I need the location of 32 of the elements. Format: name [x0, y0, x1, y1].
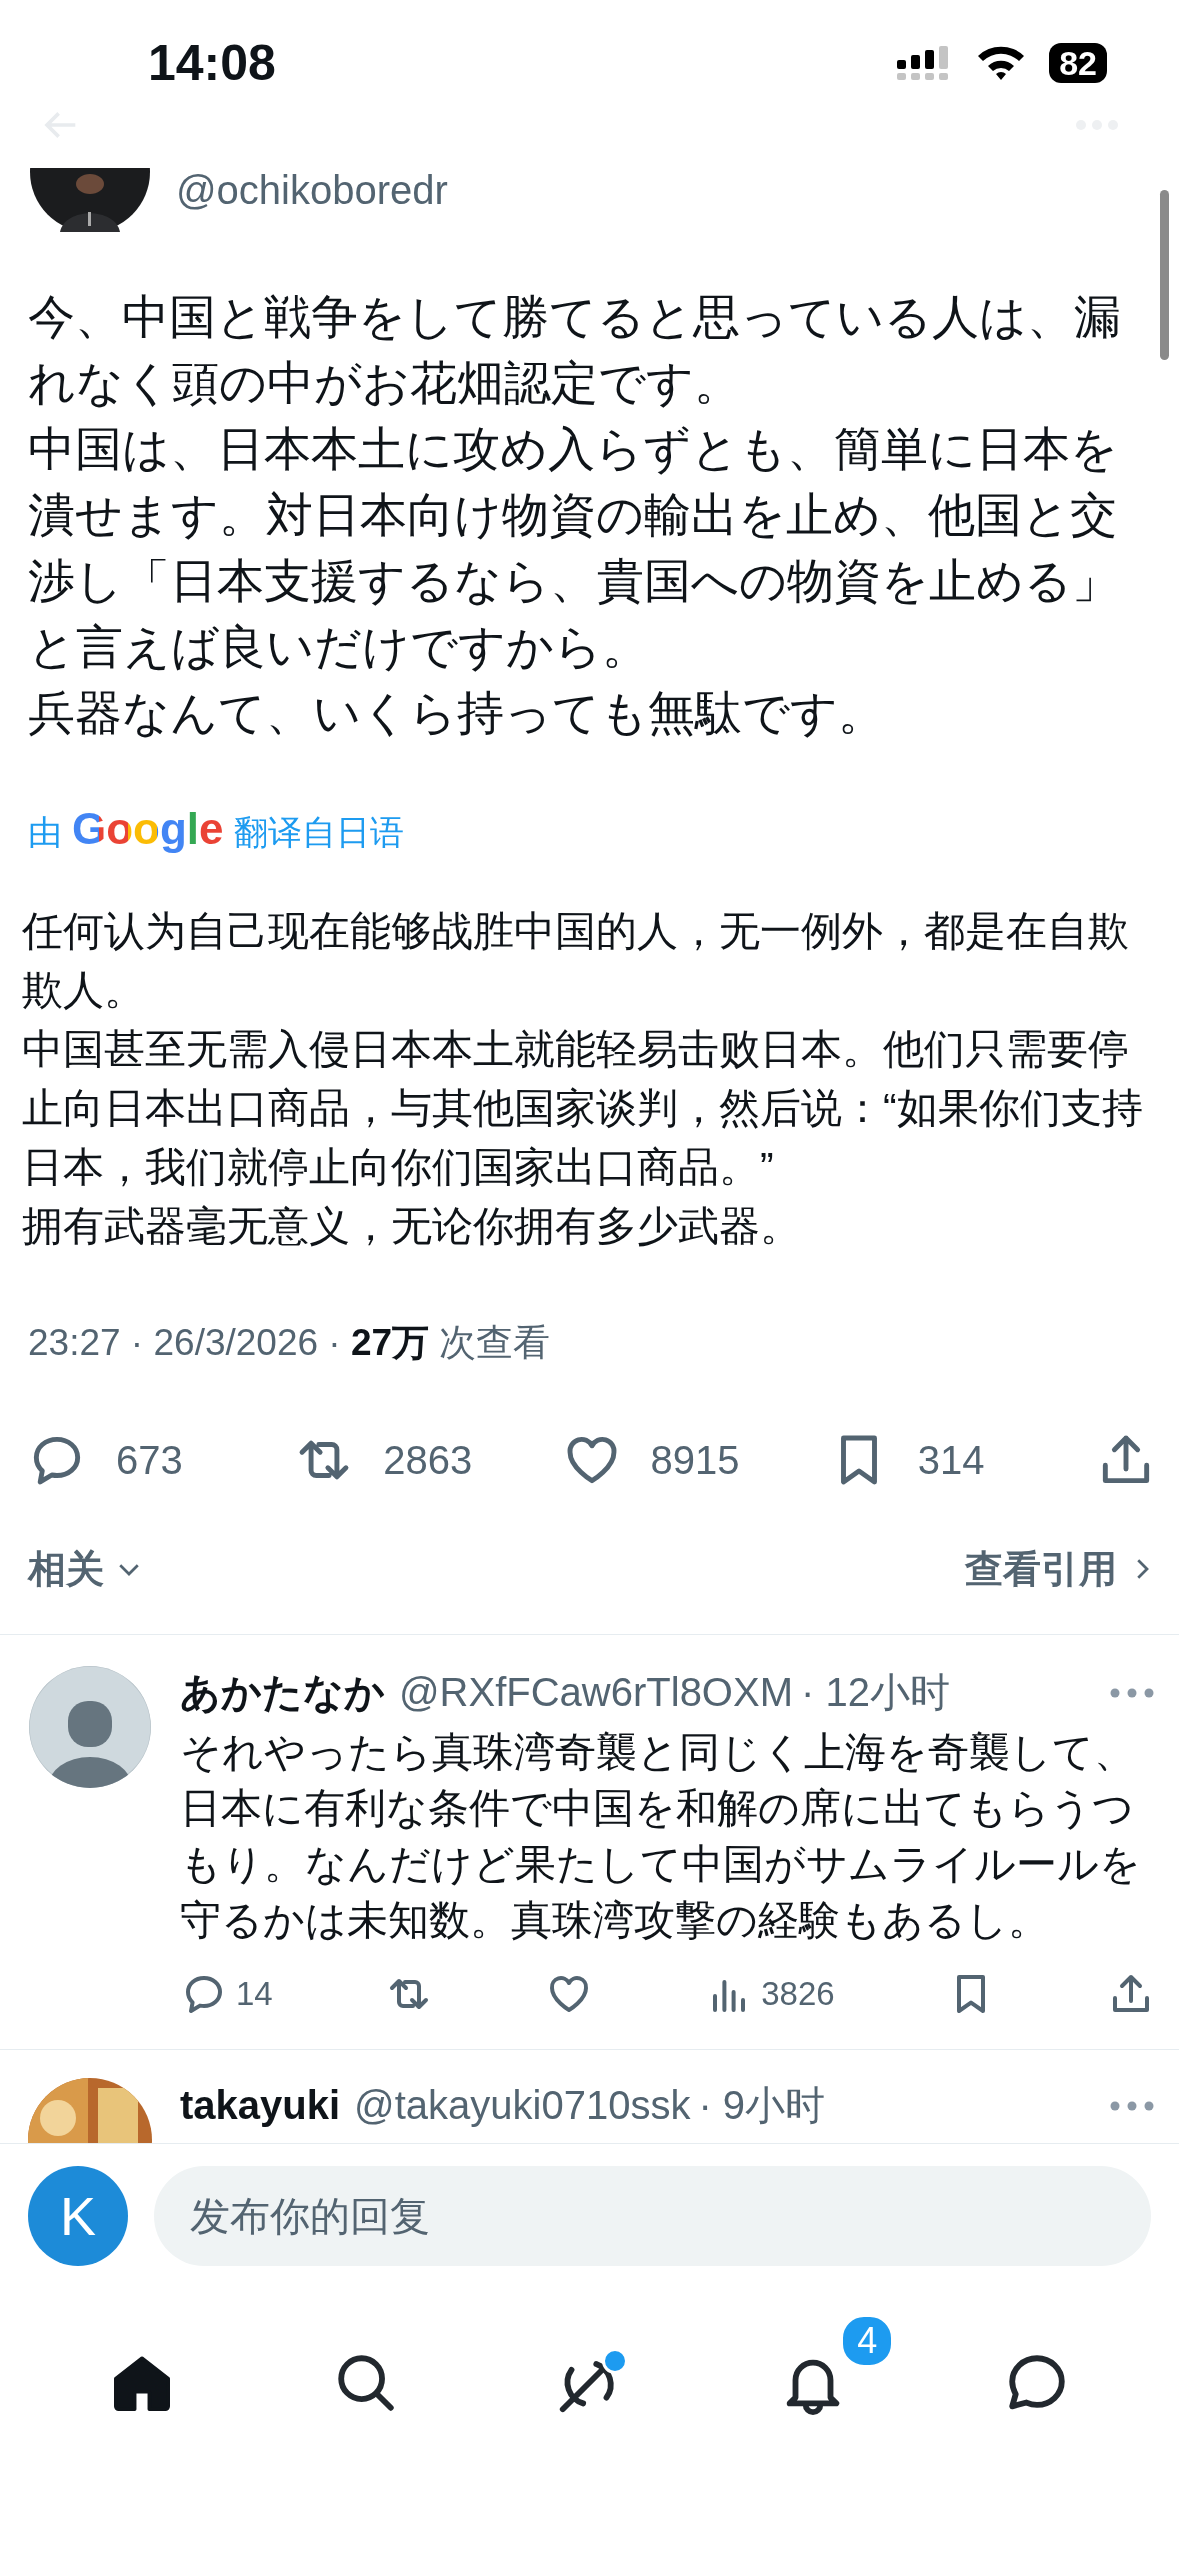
- more-icon[interactable]: [1109, 1686, 1155, 1699]
- reply-author-name[interactable]: takayuki: [180, 2083, 341, 2128]
- related-dropdown[interactable]: 相关: [28, 1543, 144, 1595]
- user-avatar[interactable]: K: [28, 2166, 128, 2266]
- translated-paragraph: 中国甚至无需入侵日本本土就能轻易击败日本。他们只需要停止向日本出口商品，与其他国家谈判，然后说：“如果你们支持日本，我们就停止向你们国家出口商品。”: [22, 1025, 1144, 1192]
- reply-text: それやったら真珠湾奇襲と同じく上海を奇襲して、日本に有利な条件で中国を和解の席に出てもらうつもり。なんだけど果たして中国がサムライルールを守るかは未知数。真珠湾攻撃の経験もあるし。: [180, 1728, 1142, 1945]
- reply-author-handle[interactable]: @takayuki0710ssk: [354, 2083, 691, 2128]
- battery-indicator: 82: [1049, 43, 1107, 83]
- status-time: 14:08: [148, 34, 276, 92]
- more-icon[interactable]: [1109, 2099, 1155, 2112]
- post-paragraph: 今、中国と戦争をして勝てると思っている人は、漏れなく頭の中がお花畑認定です。: [28, 289, 1122, 411]
- reply-author-name[interactable]: あかたなか: [180, 1665, 385, 1720]
- translated-paragraph: 任何认为自己现在能够战胜中国的人，无一例外，都是在自欺欺人。: [22, 907, 1130, 1015]
- author-handle[interactable]: @ochikoboredr: [176, 168, 448, 213]
- reply-button[interactable]: 673: [26, 1429, 236, 1491]
- post-paragraph: 兵器なんて、いくら持っても無駄です。: [28, 685, 886, 741]
- bookmark-button[interactable]: 314: [827, 1429, 1038, 1491]
- reply-button[interactable]: 14: [180, 1970, 273, 2018]
- default-avatar[interactable]: [28, 1665, 152, 1789]
- reply-time: · 9小时: [698, 2082, 826, 2129]
- reply-time: · 12小时: [801, 1669, 950, 1716]
- translation-prefix: 由: [28, 812, 62, 853]
- translated-paragraph: 拥有武器毫无意义，无论你拥有多少武器。: [22, 1202, 802, 1251]
- scrollbar[interactable]: [1160, 190, 1169, 360]
- view-quotes-link[interactable]: 查看引用: [965, 1543, 1157, 1595]
- views-button[interactable]: 3826: [705, 1970, 835, 2018]
- repost-button[interactable]: 2863: [293, 1429, 504, 1491]
- post-meta: 23:27 · 26/3/2026 · 27万 次查看: [27, 1321, 552, 1365]
- reply-author-handle[interactable]: @RXfFCaw6rTl8OXM: [399, 1670, 793, 1715]
- post-paragraph: 中国は、日本本土に攻め入らずとも、簡単に日本を潰せます。対日本向け物資の輸出を止め、他国と交渉し「日本支援するなら、貴国への物資を止める」と言えば良いだけですから。: [28, 421, 1120, 675]
- like-button[interactable]: 8915: [560, 1429, 771, 1491]
- reply-input-field[interactable]: 发布你的回复: [154, 2166, 1151, 2266]
